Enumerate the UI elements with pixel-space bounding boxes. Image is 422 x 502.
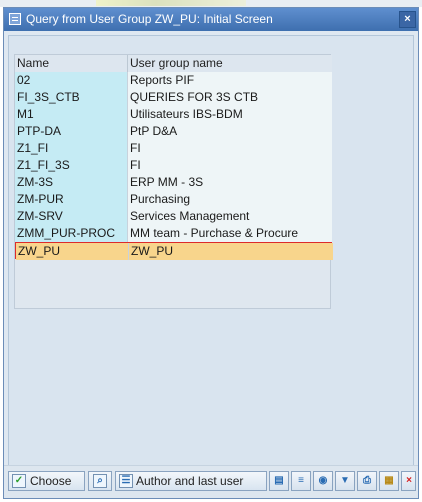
dialog-content: Name User group name 02 Reports PIF FI_3… xyxy=(8,35,414,466)
table-row[interactable]: ZM-SRV Services Management xyxy=(15,208,332,225)
window-title: Query from User Group ZW_PU: Initial Scr… xyxy=(26,12,273,26)
table-row[interactable]: Z1_FI_3S FI xyxy=(15,157,332,174)
search-button[interactable]: ⌕ xyxy=(88,471,112,491)
check-icon: ✓ xyxy=(12,474,26,488)
table-cell-name[interactable]: ZM-PUR xyxy=(15,191,127,208)
table-cell-name[interactable]: FI_3S_CTB xyxy=(15,89,127,106)
save-button[interactable]: ▤ xyxy=(269,471,289,491)
table-row[interactable]: ZM-PUR Purchasing xyxy=(15,191,332,208)
background-strip xyxy=(0,0,422,7)
close-button[interactable]: × xyxy=(399,11,416,28)
user-group-name-column-header: User group name xyxy=(127,55,332,72)
table-cell-user-group-name[interactable]: ERP MM - 3S xyxy=(127,174,332,191)
table-row[interactable]: Z1_FI FI xyxy=(15,140,332,157)
table-row[interactable]: PTP-DA PtP D&A xyxy=(15,123,332,140)
filter-icon: ≡ xyxy=(298,475,304,486)
table-cell-name[interactable]: ZM-3S xyxy=(15,174,127,191)
table-header-row: Name User group name xyxy=(15,55,332,72)
sort-icon: ▼ xyxy=(340,475,350,486)
cancel-icon: × xyxy=(406,475,412,486)
user-group-table[interactable]: Name User group name 02 Reports PIF FI_3… xyxy=(14,54,333,309)
choose-button[interactable]: ✓ Choose xyxy=(8,471,85,491)
cancel-button[interactable]: × xyxy=(401,471,416,491)
table-row[interactable]: ZM-3S ERP MM - 3S xyxy=(15,174,332,191)
window-icon xyxy=(9,13,21,25)
table-cell-name[interactable]: ZW_PU xyxy=(16,243,128,260)
table-cell-user-group-name[interactable]: Purchasing xyxy=(127,191,332,208)
title-bar: Query from User Group ZW_PU: Initial Scr… xyxy=(4,8,418,31)
filter-button[interactable]: ≡ xyxy=(291,471,311,491)
table-cell-user-group-name[interactable]: Services Management xyxy=(127,208,332,225)
search-icon: ⌕ xyxy=(93,474,107,488)
table-row[interactable]: ZMM_PUR-PROC MM team - Purchase & Procur… xyxy=(15,225,332,242)
selected-table-row[interactable]: ZW_PU ZW_PU xyxy=(15,242,333,260)
user-icon: ☰ xyxy=(119,474,133,488)
table-cell-name[interactable]: 02 xyxy=(15,72,127,89)
author-and-last-user-button[interactable]: ☰ Author and last user xyxy=(115,471,267,491)
table-cell-name[interactable]: M1 xyxy=(15,106,127,123)
table-cell-name[interactable]: Z1_FI xyxy=(15,140,127,157)
table-cell-name[interactable]: ZMM_PUR-PROC xyxy=(15,225,127,242)
find-icon: ◉ xyxy=(318,475,328,486)
table-cell-user-group-name[interactable]: ZW_PU xyxy=(128,243,333,260)
table-row[interactable]: M1 Utilisateurs IBS-BDM xyxy=(15,106,332,123)
table-cell-user-group-name[interactable]: FI xyxy=(127,140,332,157)
grid-icon: ▦ xyxy=(384,475,394,486)
table-cell-user-group-name[interactable]: Reports PIF xyxy=(127,72,332,89)
table-cell-user-group-name[interactable]: PtP D&A xyxy=(127,123,332,140)
query-dialog: Query from User Group ZW_PU: Initial Scr… xyxy=(3,7,419,499)
table-cell-user-group-name[interactable]: Utilisateurs IBS-BDM xyxy=(127,106,332,123)
sort-button[interactable]: ▼ xyxy=(335,471,355,491)
table-cell-user-group-name[interactable]: MM team - Purchase & Procure xyxy=(127,225,332,242)
print-icon: ⎙ xyxy=(363,475,371,486)
table-cell-user-group-name[interactable]: FI xyxy=(127,157,332,174)
table-cell-name[interactable]: Z1_FI_3S xyxy=(15,157,127,174)
background-banner xyxy=(96,0,246,6)
find-button[interactable]: ◉ xyxy=(313,471,333,491)
save-icon: ▤ xyxy=(274,475,284,486)
print-button[interactable]: ⎙ xyxy=(357,471,377,491)
author-and-last-user-label: Author and last user xyxy=(136,474,244,488)
choose-button-label: Choose xyxy=(30,474,72,488)
table-cell-user-group-name[interactable]: QUERIES FOR 3S CTB xyxy=(127,89,332,106)
table-cell-name[interactable]: PTP-DA xyxy=(15,123,127,140)
table-row[interactable]: 02 Reports PIF xyxy=(15,72,332,89)
table-row[interactable]: FI_3S_CTB QUERIES FOR 3S CTB xyxy=(15,89,332,106)
dialog-footer: ✓ Choose ⌕ ☰ Author and last user ▤ ≡ ◉ … xyxy=(4,465,418,498)
grid-button[interactable]: ▦ xyxy=(379,471,399,491)
table-cell-name[interactable]: ZM-SRV xyxy=(15,208,127,225)
name-column-header: Name xyxy=(15,55,127,72)
